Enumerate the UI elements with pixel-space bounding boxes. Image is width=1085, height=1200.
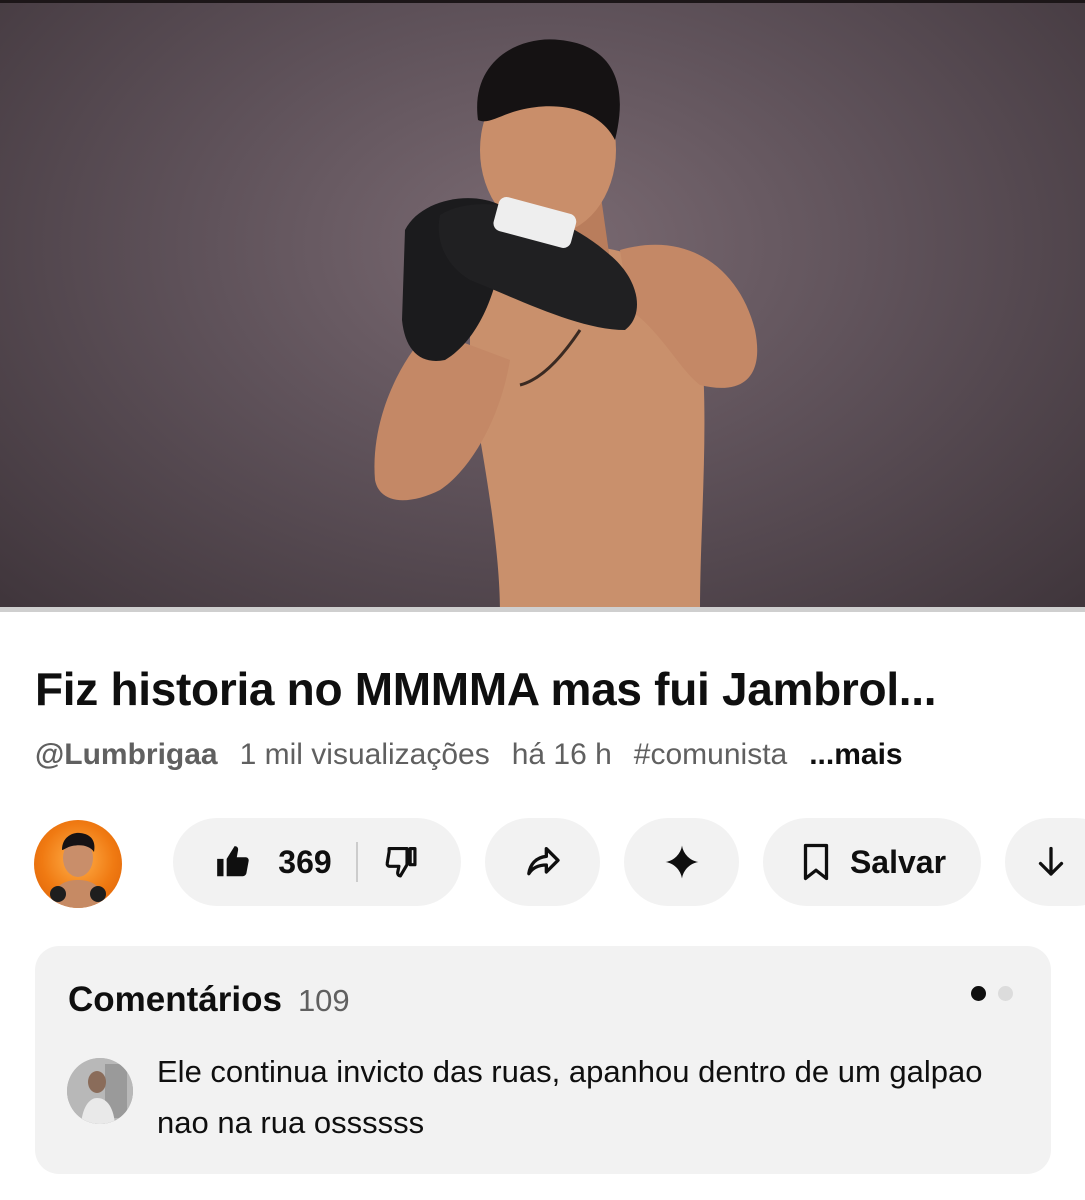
comments-count: 109 — [297, 983, 350, 1018]
upload-age: há 16 h — [511, 738, 612, 771]
share-icon — [523, 842, 563, 882]
sparkle-icon — [664, 844, 700, 880]
bookmark-icon — [798, 842, 834, 882]
download-button[interactable] — [1005, 818, 1085, 906]
thumbs-down-icon — [382, 843, 420, 881]
like-count: 369 — [278, 843, 332, 880]
like-button[interactable]: 369 — [214, 818, 332, 906]
video-frame-fighter — [374, 39, 758, 612]
view-count: 1 mil visualizações — [239, 738, 490, 771]
channel-avatar-image — [48, 832, 108, 908]
download-icon — [1033, 844, 1069, 880]
save-label: Salvar — [849, 843, 947, 880]
like-dislike-divider — [355, 842, 358, 882]
comments-header: Comentários 109 — [68, 980, 350, 1020]
video-meta-row[interactable]: @Lumbrigaa 1 mil visualizações há 16 h #… — [35, 738, 903, 772]
carousel-dot-active — [971, 986, 986, 1001]
more-description-link[interactable]: ...mais — [809, 738, 902, 772]
carousel-indicator — [971, 986, 1013, 1001]
commenter-avatar-image — [67, 1058, 133, 1124]
like-dislike-pill: 369 — [173, 818, 461, 906]
channel-avatar[interactable] — [34, 820, 122, 908]
video-player[interactable] — [0, 0, 1085, 612]
dislike-button[interactable] — [382, 818, 420, 906]
comments-label: Comentários — [68, 980, 282, 1019]
top-comment-text: Ele continua invicto das ruas, apanhou d… — [157, 1054, 983, 1140]
channel-handle[interactable]: @Lumbrigaa — [35, 738, 218, 772]
save-button[interactable]: Salvar — [763, 818, 981, 906]
share-button[interactable] — [485, 818, 600, 906]
carousel-dot — [998, 986, 1013, 1001]
video-title[interactable]: Fiz historia no MMMMA mas fui Jambrol... — [35, 662, 1055, 716]
thumbs-up-icon — [214, 843, 252, 881]
commenter-avatar[interactable] — [67, 1058, 133, 1124]
hashtag-link[interactable]: #comunista — [634, 738, 787, 772]
comments-card[interactable]: Comentários 109 Ele continua invicto das… — [35, 946, 1051, 1174]
ask-ai-button[interactable] — [624, 818, 739, 906]
